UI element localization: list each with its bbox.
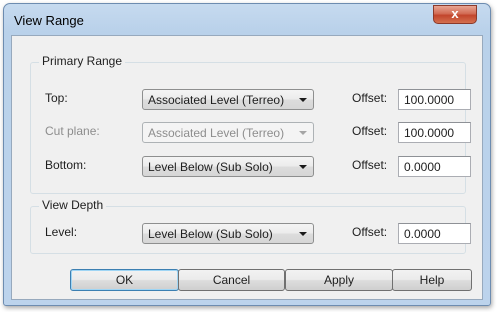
- view-depth-offset-label: Offset:: [352, 225, 388, 239]
- primary-range-label: Primary Range: [39, 54, 126, 68]
- top-label: Top:: [45, 91, 68, 105]
- close-icon: x: [451, 6, 459, 21]
- cut-plane-level-select[interactable]: Associated Level (Terreo): [142, 122, 314, 143]
- view-depth-level-select[interactable]: Level Below (Sub Solo): [142, 223, 314, 244]
- ok-button[interactable]: OK: [70, 269, 179, 291]
- chevron-down-icon: [299, 131, 307, 135]
- chevron-down-icon: [299, 165, 307, 169]
- bottom-label: Bottom:: [45, 158, 87, 172]
- dialog-title: View Range: [14, 13, 84, 28]
- bottom-level-select[interactable]: Level Below (Sub Solo): [142, 156, 314, 177]
- cut-plane-level-value: Associated Level (Terreo): [148, 126, 285, 140]
- help-button[interactable]: Help: [392, 269, 472, 291]
- view-range-dialog: View Range x Primary Range Top: Associat…: [3, 3, 491, 306]
- cancel-button[interactable]: Cancel: [178, 269, 285, 291]
- top-level-value: Associated Level (Terreo): [148, 93, 285, 107]
- bottom-level-value: Level Below (Sub Solo): [148, 160, 273, 174]
- view-depth-label: View Depth: [39, 198, 107, 212]
- top-level-select[interactable]: Associated Level (Terreo): [142, 89, 314, 110]
- top-offset-input[interactable]: 100.0000: [398, 89, 471, 110]
- top-offset-label: Offset:: [352, 91, 388, 105]
- view-depth-level-label: Level:: [45, 225, 78, 239]
- cut-plane-label: Cut plane:: [45, 124, 100, 138]
- chevron-down-icon: [299, 98, 307, 102]
- bottom-offset-input[interactable]: 0.0000: [398, 156, 471, 177]
- cut-plane-offset-label: Offset:: [352, 124, 388, 138]
- close-button[interactable]: x: [433, 5, 477, 24]
- view-depth-level-value: Level Below (Sub Solo): [148, 227, 273, 241]
- view-depth-offset-input[interactable]: 0.0000: [398, 223, 471, 244]
- cut-plane-offset-input[interactable]: 100.0000: [398, 122, 471, 143]
- chevron-down-icon: [299, 232, 307, 236]
- bottom-offset-label: Offset:: [352, 158, 388, 172]
- dialog-body: Primary Range Top: Associated Level (Ter…: [11, 35, 483, 300]
- apply-button[interactable]: Apply: [285, 269, 393, 291]
